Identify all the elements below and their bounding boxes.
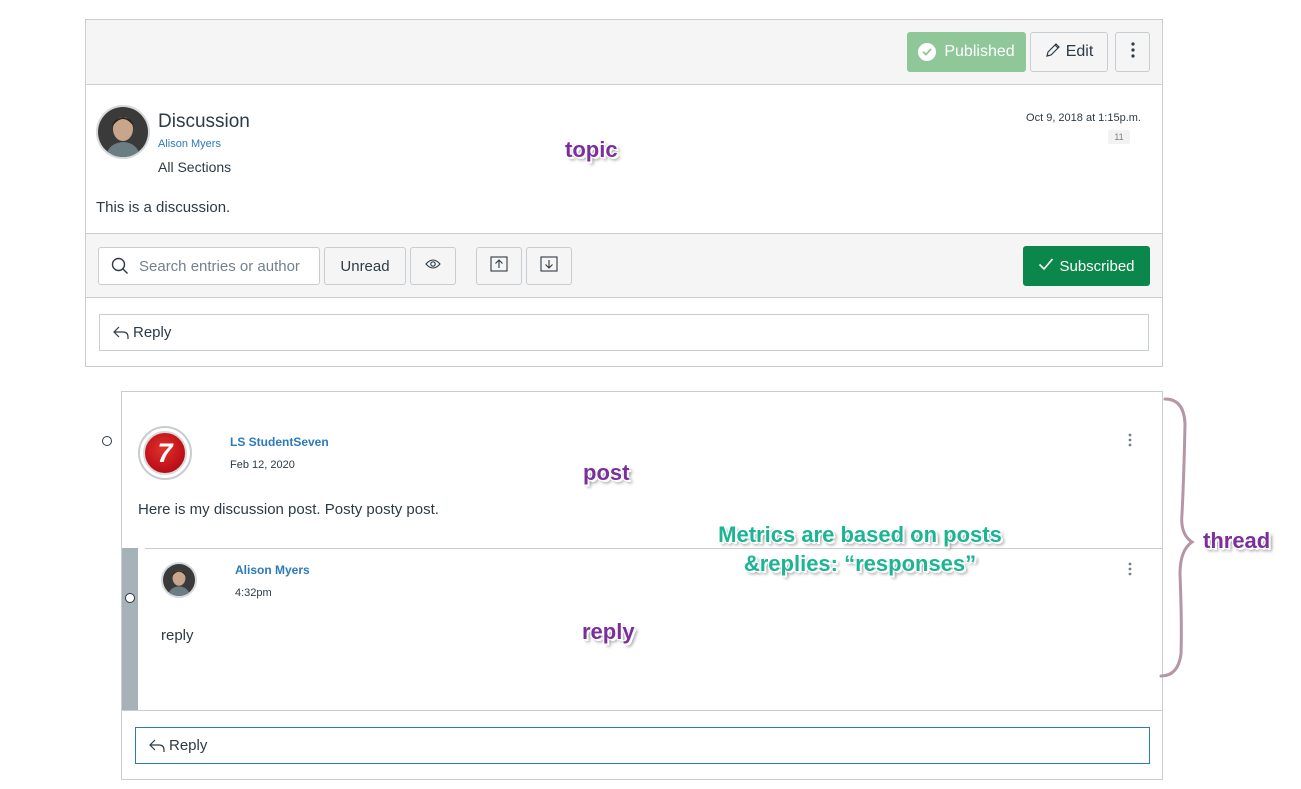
divider [122, 710, 1162, 711]
thread-panel: 7 LS StudentSeven Feb 12, 2020 Here is m… [121, 391, 1163, 780]
topic-sections: All Sections [158, 159, 232, 175]
topic-date: Oct 9, 2018 at 1:15p.m. [1026, 112, 1141, 124]
reply-author-link[interactable]: Alison Myers [235, 563, 310, 577]
topic-options-button[interactable] [1115, 32, 1150, 72]
post-author-avatar[interactable]: 7 [138, 426, 192, 480]
annotation-post: post [583, 460, 630, 485]
annotation-reply: reply [582, 619, 635, 644]
discussion-toolbar: Unread Subscribed [86, 233, 1162, 298]
topic-reply-field[interactable]: Reply [99, 314, 1149, 351]
reply-arrow-icon [112, 325, 130, 341]
edit-label: Edit [1065, 43, 1094, 60]
expand-all-button[interactable] [476, 247, 522, 285]
topic-title: Discussion [158, 111, 250, 132]
reply-options-button[interactable] [1120, 561, 1140, 581]
checkmark-icon [1038, 257, 1054, 275]
kebab-icon [1130, 41, 1135, 63]
thread-brace-icon [1159, 397, 1195, 678]
reply-thread-gutter [122, 548, 138, 711]
thread-reply-field[interactable]: Reply [135, 727, 1150, 764]
topic-author-avatar[interactable] [96, 105, 150, 159]
reply-label: Reply [169, 737, 208, 754]
subscribed-button[interactable]: Subscribed [1023, 246, 1150, 286]
published-label: Published [944, 43, 1015, 60]
reply-label: Reply [133, 324, 172, 341]
annotation-topic: topic [565, 137, 618, 162]
annotation-metrics: Metrics are based on posts &replies: “re… [700, 520, 1020, 578]
unread-filter-button[interactable]: Unread [324, 247, 406, 285]
post-body: Here is my discussion post. Posty posty … [138, 501, 439, 518]
post-author-link[interactable]: LS StudentSeven [230, 435, 329, 449]
post-date: Feb 12, 2020 [230, 459, 295, 471]
topic-panel: Published Edit Discussion Alison Myers A… [85, 19, 1163, 367]
reply-author-avatar[interactable] [161, 562, 197, 598]
eye-icon [425, 257, 441, 275]
kebab-icon [1128, 562, 1132, 581]
topic-body: This is a discussion. [96, 199, 231, 216]
pencil-icon [1045, 42, 1061, 63]
annotation-metrics-line1: Metrics are based on posts [718, 522, 1002, 547]
check-circle-icon [918, 43, 937, 61]
search-icon [109, 255, 131, 277]
search-input[interactable] [139, 257, 319, 275]
post-unread-indicator[interactable] [102, 436, 112, 446]
topic-header: Published Edit [86, 20, 1162, 85]
search-field[interactable] [98, 247, 320, 285]
topic-count-badge: 11 [1108, 130, 1130, 144]
topic-author-link[interactable]: Alison Myers [158, 138, 221, 150]
annotation-thread: thread [1203, 528, 1271, 553]
published-button[interactable]: Published [907, 32, 1026, 72]
post-avatar-badge: 7 [143, 431, 187, 475]
subscribed-label: Subscribed [1059, 257, 1135, 275]
reply-body: reply [161, 627, 194, 644]
collapse-icon [540, 255, 558, 277]
kebab-icon [1128, 433, 1132, 452]
reply-date: 4:32pm [235, 587, 272, 599]
edit-button[interactable]: Edit [1030, 32, 1108, 72]
annotation-metrics-line2: &replies: “responses” [743, 551, 977, 576]
post-options-button[interactable] [1120, 432, 1140, 452]
reply-unread-indicator[interactable] [125, 593, 135, 603]
mark-all-read-button[interactable] [410, 247, 456, 285]
expand-icon [490, 255, 508, 277]
collapse-all-button[interactable] [526, 247, 572, 285]
reply-arrow-icon [148, 738, 166, 754]
